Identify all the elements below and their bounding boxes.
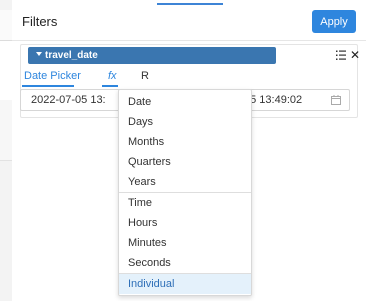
filters-panel: Filters Apply travel_date ✕ Date Picker … [12,0,366,301]
close-icon[interactable]: ✕ [350,48,360,62]
list-icon[interactable] [336,49,346,61]
tab-fx[interactable]: fx [108,70,117,82]
option-date[interactable]: Date [119,92,251,112]
option-hours[interactable]: Hours [119,213,251,233]
date-input-end: 05 13:49:02 [244,94,303,106]
panel-title: Filters [22,14,58,29]
active-tab-indicator [157,3,223,5]
calendar-icon[interactable] [331,95,341,105]
option-quarters[interactable]: Quarters [119,152,251,172]
left-strip-cell [0,100,12,161]
option-days[interactable]: Days [119,112,251,132]
option-time[interactable]: Time [119,193,251,213]
header-divider [12,40,366,41]
option-months[interactable]: Months [119,132,251,152]
option-minutes[interactable]: Minutes [119,233,251,253]
tab-underline [102,85,118,87]
option-seconds[interactable]: Seconds [119,253,251,273]
granularity-dropdown: Date Days Months Quarters Years Time Hou… [118,89,252,296]
caret-down-icon [36,52,42,57]
tab-r[interactable]: R [141,70,149,82]
tab-underline [22,85,74,87]
apply-button[interactable]: Apply [312,10,356,33]
filter-field-name: travel_date [45,50,98,61]
option-years[interactable]: Years [119,172,251,192]
left-strip-cell [0,10,12,41]
filter-field-header[interactable]: travel_date [28,47,276,64]
option-individual[interactable]: Individual [119,274,251,294]
date-input-start: 2022-07-05 13: [31,94,106,106]
left-strip-cell [0,40,12,102]
tab-date-picker[interactable]: Date Picker [24,70,81,82]
